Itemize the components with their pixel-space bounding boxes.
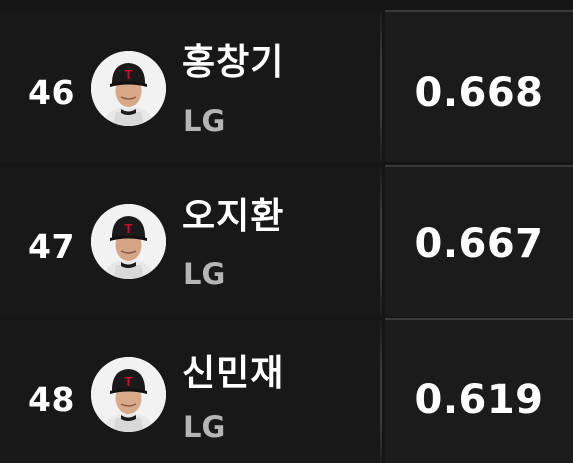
rank-number: 47 [28,226,75,266]
row-divider [385,165,573,167]
rank-number: 48 [28,379,75,419]
ranking-board: 46 T 홍창기 LG 0.668 47 T 오지환 LG 0.667 48 T… [0,0,573,463]
player-photo-icon: T [91,51,166,126]
column-separator [380,167,382,317]
ranking-row[interactable]: 48 T 신민재 LG 0.619 [0,318,573,463]
stat-value: 0.667 [414,221,544,267]
player-photo-icon: T [91,357,166,432]
svg-text:T: T [125,221,133,236]
ranking-row[interactable]: 47 T 오지환 LG 0.667 [0,165,573,317]
player-name[interactable]: 홍창기 [182,45,284,81]
player-photo-icon[interactable]: T [91,204,166,279]
stat-value: 0.668 [414,70,544,116]
player-photo-icon[interactable]: T [91,51,166,126]
row-divider [385,10,573,12]
ranking-row[interactable]: 46 T 홍창기 LG 0.668 [0,10,573,162]
player-photo-icon: T [91,204,166,279]
column-separator [380,12,382,162]
row-divider [385,318,573,320]
rank-number: 46 [28,72,75,112]
column-separator [380,320,382,463]
stat-value: 0.619 [414,377,544,423]
team-label: LG [183,104,226,138]
player-name[interactable]: 오지환 [182,199,284,235]
team-label: LG [183,257,226,291]
svg-text:T: T [125,374,133,389]
player-name[interactable]: 신민재 [182,356,284,392]
team-label: LG [183,410,226,444]
svg-text:T: T [125,67,133,82]
player-photo-icon[interactable]: T [91,357,166,432]
